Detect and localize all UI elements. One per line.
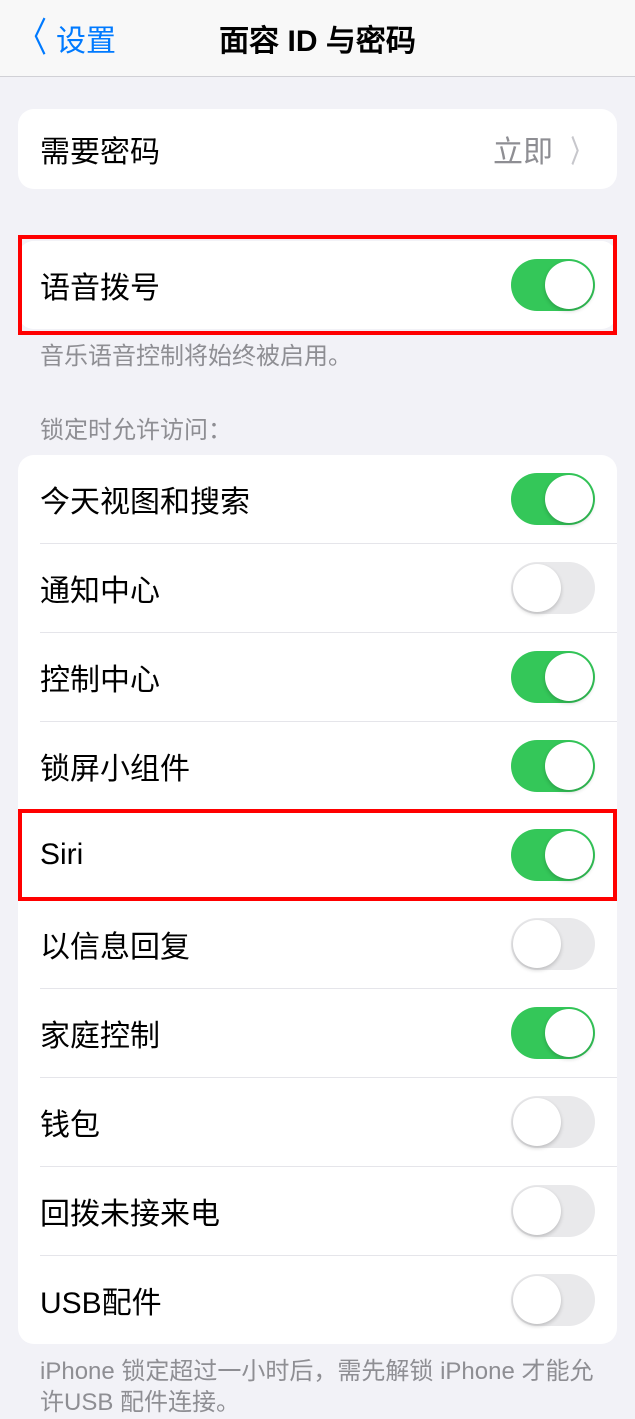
- item-label: 家庭控制: [40, 1011, 160, 1055]
- lock-access-footer: iPhone 锁定超过一小时后，需先解锁 iPhone 才能允许USB 配件连接…: [18, 1344, 617, 1418]
- wallet-toggle[interactable]: [511, 1096, 595, 1148]
- list-item-return-missed-calls: 回拨未接来电: [18, 1167, 617, 1255]
- return-missed-calls-toggle[interactable]: [511, 1185, 595, 1237]
- control-center-toggle[interactable]: [511, 651, 595, 703]
- lock-access-header: 锁定时允许访问：: [18, 410, 617, 455]
- voice-dial-label: 语音拨号: [40, 263, 160, 307]
- navigation-header: 〈 设置 面容 ID 与密码: [0, 0, 635, 77]
- item-label: USB配件: [40, 1278, 162, 1322]
- siri-toggle[interactable]: [511, 829, 595, 881]
- back-button[interactable]: 〈 设置: [0, 16, 116, 60]
- chevron-right-icon: 〉: [571, 127, 589, 171]
- list-item-siri: Siri: [18, 811, 617, 899]
- list-item-home-control: 家庭控制: [18, 989, 617, 1077]
- item-label: 以信息回复: [40, 922, 190, 966]
- home-control-toggle[interactable]: [511, 1007, 595, 1059]
- today-view-toggle[interactable]: [511, 473, 595, 525]
- list-item-wallet: 钱包: [18, 1078, 617, 1166]
- list-item-lock-screen-widgets: 锁屏小组件: [18, 722, 617, 810]
- item-label: 通知中心: [40, 566, 160, 610]
- item-label: 锁屏小组件: [40, 744, 190, 788]
- list-item-usb-accessories: USB配件: [18, 1256, 617, 1344]
- require-passcode-label: 需要密码: [40, 127, 160, 171]
- require-passcode-group: 需要密码 立即 〉: [18, 109, 617, 189]
- voice-dial-toggle[interactable]: [511, 259, 595, 311]
- notification-center-toggle[interactable]: [511, 562, 595, 614]
- usb-accessories-toggle[interactable]: [511, 1274, 595, 1326]
- item-label: 今天视图和搜索: [40, 477, 250, 521]
- voice-dial-footer: 音乐语音控制将始终被启用。: [18, 329, 617, 372]
- list-item-today-view: 今天视图和搜索: [18, 455, 617, 543]
- lock-screen-widgets-toggle[interactable]: [511, 740, 595, 792]
- back-label: 设置: [56, 16, 116, 60]
- voice-dial-group: 语音拨号: [18, 241, 617, 329]
- voice-dial-row: 语音拨号: [18, 241, 617, 329]
- item-label: 回拨未接来电: [40, 1189, 220, 1233]
- require-passcode-value: 立即 〉: [493, 127, 595, 171]
- list-item-control-center: 控制中心: [18, 633, 617, 721]
- lock-access-group: 今天视图和搜索 通知中心 控制中心 锁屏小组件 Siri 以信息回复: [18, 455, 617, 1344]
- reply-with-message-toggle[interactable]: [511, 918, 595, 970]
- item-label: 钱包: [40, 1100, 100, 1144]
- chevron-left-icon: 〈: [17, 18, 47, 58]
- item-label: 控制中心: [40, 655, 160, 699]
- require-passcode-row[interactable]: 需要密码 立即 〉: [18, 109, 617, 189]
- toggle-knob: [545, 261, 593, 309]
- list-item-notification-center: 通知中心: [18, 544, 617, 632]
- item-label: Siri: [40, 838, 83, 872]
- list-item-reply-with-message: 以信息回复: [18, 900, 617, 988]
